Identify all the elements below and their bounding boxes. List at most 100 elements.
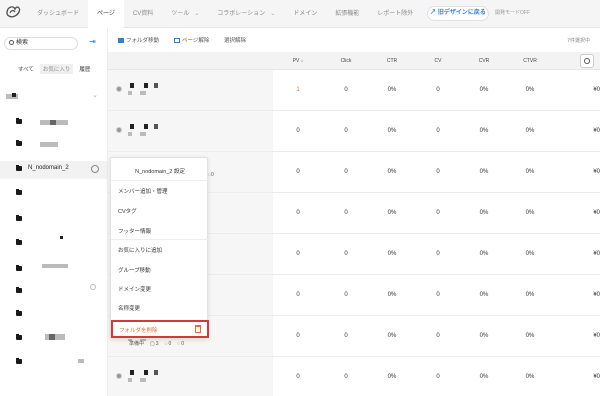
nav-report-exclusion[interactable]: レポート除外	[368, 0, 422, 28]
menu-item-cv-tag[interactable]: CVタグ	[118, 207, 137, 215]
row-select-radio[interactable]	[116, 86, 122, 92]
nav-pages[interactable]: ページ	[88, 0, 124, 28]
menu-title: N_nodomain_2 設定	[135, 169, 185, 175]
page-name-cell[interactable]	[108, 111, 273, 151]
dev-mode-toggle[interactable]: 開発モードOFF	[495, 9, 530, 16]
redacted-block	[78, 359, 84, 363]
redacted-block	[144, 124, 148, 129]
delete-folder-button[interactable]: フォルダを削除	[111, 320, 209, 338]
cell-cv: 0	[436, 374, 440, 380]
cell-click: 0	[344, 333, 348, 339]
row-select-radio[interactable]	[116, 373, 122, 379]
cell-ctvr: 0%	[525, 292, 535, 298]
clear-selection-button[interactable]: 選択解除	[224, 36, 246, 44]
nav-dashboard[interactable]: ダッシュボード	[28, 0, 88, 28]
redacted-block	[144, 83, 148, 88]
nav-extensions[interactable]: 拡張機能	[326, 0, 368, 28]
sidebar-item[interactable]	[0, 114, 107, 132]
folder-icon	[16, 239, 22, 245]
menu-item-member-management[interactable]: メンバー追加・管理	[118, 187, 168, 195]
sidebar-item[interactable]	[0, 185, 107, 203]
unlink-page-button[interactable]: ページ解除	[174, 36, 209, 44]
logo-icon[interactable]	[4, 3, 22, 21]
redacted-block	[154, 83, 158, 88]
menu-item-change-domain[interactable]: ドメイン変更	[118, 285, 151, 293]
gear-icon[interactable]	[91, 165, 99, 173]
cell-cost: ¥0	[593, 292, 600, 298]
menu-item-add-favorite[interactable]: お気に入りに追加	[118, 246, 162, 254]
cell-pv: 0	[296, 128, 300, 134]
search-input[interactable]: 検索	[4, 37, 78, 50]
top-navigation: ダッシュボード ページ CV資料 ツール ⌄ コラボレーション ⌄ ドメイン 拡張機…	[0, 0, 600, 28]
page-name-cell[interactable]	[108, 70, 273, 110]
cell-ctvr: 0%	[525, 87, 535, 93]
sidebar-item[interactable]	[0, 306, 107, 324]
cell-cv: 0	[436, 292, 440, 298]
sidebar-item[interactable]	[0, 211, 107, 229]
column-header-cvr[interactable]: CVR	[464, 58, 504, 64]
column-header-cv[interactable]: CV	[418, 58, 458, 64]
redacted-block	[130, 124, 134, 129]
page-name-cell[interactable]	[108, 357, 273, 396]
cell-ctr: 0%	[387, 169, 397, 175]
folder-icon	[16, 310, 22, 316]
cell-pv: 0	[296, 251, 300, 257]
filter-all[interactable]: すべて	[15, 64, 37, 74]
filter-favorites[interactable]: お気に入り	[39, 64, 74, 74]
folder-settings-menu: N_nodomain_2 設定 メンバー追加・管理 CVタグ フッター情報 お気…	[110, 157, 209, 339]
cell-click: 0	[344, 374, 348, 380]
nav-domain[interactable]: ドメイン	[284, 0, 326, 28]
cell-cv: 0	[436, 210, 440, 216]
sidebar-item[interactable]	[0, 235, 107, 253]
sidebar-item[interactable]: ⌄	[0, 88, 107, 106]
sidebar-item[interactable]	[0, 330, 107, 348]
row-select-radio[interactable]	[116, 127, 122, 133]
cell-cvr: 0%	[479, 333, 489, 339]
view-icon: ◌	[164, 341, 168, 347]
table-row[interactable]: 0 0 0% 0 0% 0% ¥0	[108, 111, 600, 152]
chevron-down-icon[interactable]: ⌄	[92, 91, 98, 99]
nav-cv-material[interactable]: CV資料	[124, 0, 162, 28]
column-header-ctvr[interactable]: CTVR	[510, 58, 550, 64]
cell-cvr: 0%	[479, 374, 489, 380]
menu-item-move-group[interactable]: グループ移動	[118, 266, 151, 274]
redacted-block	[49, 334, 55, 340]
column-header-click[interactable]: Click	[326, 58, 366, 64]
cell-click: 0	[344, 87, 348, 93]
cell-cvr: 0%	[479, 251, 489, 257]
redacted-block	[154, 124, 158, 129]
column-header-ctr[interactable]: CTR	[372, 58, 412, 64]
folder-icon	[16, 358, 22, 364]
menu-item-rename[interactable]: 名称変更	[118, 304, 140, 312]
cell-ctvr: 0%	[525, 169, 535, 175]
cell-pv: 0	[296, 292, 300, 298]
sidebar-item[interactable]	[0, 354, 107, 372]
nav-collaboration[interactable]: コラボレーション ⌄	[208, 0, 284, 28]
menu-divider	[111, 180, 209, 181]
export-icon[interactable]: ⇥	[89, 38, 97, 46]
cell-cost: ¥0	[593, 87, 600, 93]
gear-icon[interactable]	[90, 284, 96, 290]
sidebar-item[interactable]	[0, 261, 107, 279]
redacted-block	[40, 142, 58, 147]
chevron-down-icon: ⌄	[270, 11, 276, 17]
cell-pv: 0	[296, 210, 300, 216]
folder-icon	[16, 165, 22, 171]
column-header-pv[interactable]: PV ↓	[278, 58, 318, 64]
redacted-block	[128, 132, 132, 136]
filter-history[interactable]: 履歴	[76, 64, 93, 74]
menu-item-footer-info[interactable]: フッター情報	[118, 227, 151, 235]
sidebar-item-n-nodomain-2[interactable]: N_nodomain_2	[0, 161, 107, 179]
sidebar-item[interactable]	[0, 283, 107, 301]
sidebar-item[interactable]	[0, 136, 107, 154]
table-row[interactable]: 0 0 0% 0 0% 0% ¥0	[108, 357, 600, 396]
redacted-block	[140, 378, 146, 382]
move-folder-button[interactable]: フォルダ移動	[118, 36, 159, 44]
table-row[interactable]: 1 0 0% 0 0% 0% ¥0	[108, 70, 600, 111]
redacted-block	[154, 370, 158, 375]
nav-tools[interactable]: ツール ⌄	[162, 0, 208, 28]
redacted-block	[130, 370, 134, 375]
table-settings-button[interactable]	[580, 54, 594, 68]
folder-icon	[16, 334, 22, 340]
legacy-design-button[interactable]: ↗ 旧デザインに戻る	[427, 6, 489, 21]
